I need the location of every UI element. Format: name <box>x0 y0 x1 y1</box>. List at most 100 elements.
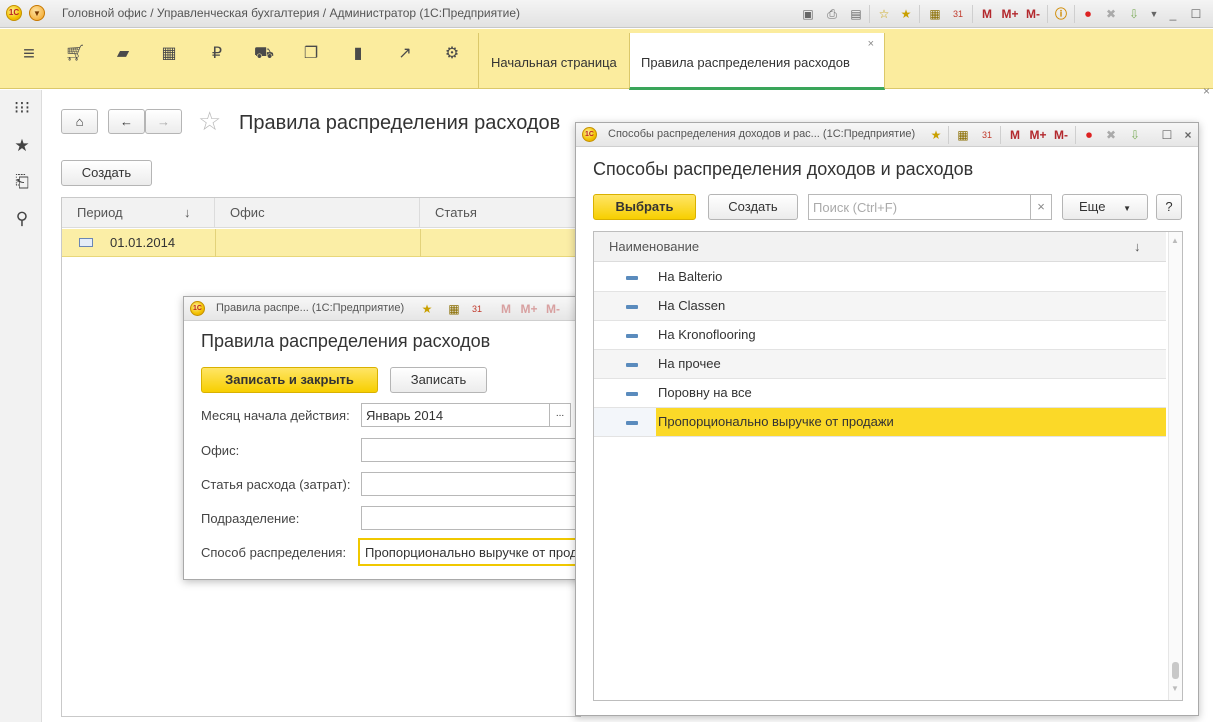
tab-home-page[interactable]: Начальная страница <box>478 33 628 89</box>
list-item[interactable]: Поровну на все <box>594 379 1166 408</box>
calculator-icon[interactable]: ▦ <box>955 127 971 143</box>
scroll-down-icon[interactable]: ▼ <box>1171 684 1179 693</box>
close-tab-icon[interactable]: × <box>868 38 874 50</box>
memory-plus-icon[interactable]: M+ <box>1027 127 1049 143</box>
apps-grid-icon[interactable]: ⁝⁝⁝ <box>10 96 34 120</box>
close-window-icon[interactable]: × <box>1180 127 1196 143</box>
minimize-icon[interactable]: _ <box>1165 6 1181 22</box>
gear-icon[interactable]: ⚙ <box>438 43 466 65</box>
app-logo-icon: 1С <box>190 301 205 316</box>
close-page-icon[interactable]: × <box>1203 84 1210 98</box>
truck-icon[interactable]: ⛟ <box>250 43 278 65</box>
column-office[interactable]: Офис <box>215 198 420 228</box>
back-button[interactable]: ← <box>108 109 145 134</box>
item-label: Пропорционально выручке от продажи <box>658 414 894 429</box>
reports-icon[interactable]: ▮ <box>344 43 372 65</box>
cart-icon[interactable]: 🛒︎ <box>61 43 89 65</box>
bag-icon[interactable]: ▰ <box>109 43 137 65</box>
method-field[interactable]: Пропорционально выручке от продажи <box>358 538 583 566</box>
more-button[interactable]: Еще ▼ <box>1062 194 1148 220</box>
article-field[interactable] <box>361 472 583 496</box>
tab-expense-rules[interactable]: Правила распределения расходов × <box>629 33 885 90</box>
month-select-button[interactable]: ... <box>549 403 571 427</box>
methods-select-window: 1С Способы распределения доходов и рас..… <box>575 122 1199 716</box>
save-and-close-button[interactable]: Записать и закрыть <box>201 367 378 393</box>
stop-icon[interactable]: ✖ <box>1103 6 1119 22</box>
list-item[interactable]: На прочее <box>594 350 1166 379</box>
save-icon[interactable]: ▣ <box>800 6 816 22</box>
vertical-scrollbar[interactable]: ▲ ▼ <box>1168 232 1182 700</box>
memory-minus-icon[interactable]: M- <box>1050 127 1072 143</box>
list-item[interactable]: На Classen <box>594 292 1166 321</box>
column-name[interactable]: Наименование ↓ <box>594 232 1166 262</box>
stop-icon[interactable]: ✖ <box>1103 127 1119 143</box>
table-row[interactable]: 01.01.2014 <box>62 229 580 257</box>
item-icon <box>626 276 638 280</box>
scroll-up-icon[interactable]: ▲ <box>1171 236 1179 245</box>
search-icon[interactable]: ⚲ <box>10 207 34 231</box>
menu-icon[interactable]: ≡ <box>15 43 43 65</box>
list-item[interactable]: На Balterio <box>594 263 1166 292</box>
help-button[interactable]: ? <box>1156 194 1182 220</box>
calendar-icon[interactable]: 31 <box>469 301 485 317</box>
toolbar-separator <box>948 126 949 144</box>
main-menu-icon[interactable]: ▼ <box>29 5 45 21</box>
calendar-icon[interactable]: 31 <box>950 6 966 22</box>
select-button[interactable]: Выбрать <box>593 194 696 220</box>
create-button[interactable]: Создать <box>708 194 798 220</box>
toolbar-separator <box>1000 126 1001 144</box>
toolbar-separator <box>919 5 920 23</box>
window-title-bar: 1С ▼ Головной офис / Управленческая бухг… <box>0 0 1213 28</box>
month-field[interactable]: Январь 2014 <box>361 403 551 427</box>
column-article[interactable]: Статья <box>420 198 582 228</box>
search-input[interactable]: Поиск (Ctrl+F) <box>808 194 1051 220</box>
office-field[interactable] <box>361 438 583 462</box>
warehouse-icon[interactable]: ▦ <box>155 43 183 65</box>
favorite-star-icon[interactable]: ☆ <box>198 108 221 134</box>
list-item-selected[interactable]: Пропорционально выручке от продажи <box>594 408 1166 437</box>
list-item[interactable]: На Kronoflooring <box>594 321 1166 350</box>
favorites-add-icon[interactable]: ☆ <box>876 6 892 22</box>
calculator-icon[interactable]: ▦ <box>927 6 943 22</box>
save-button[interactable]: Записать <box>390 367 487 393</box>
column-article-label: Статья <box>435 205 477 220</box>
favorite-icon[interactable]: ★ <box>898 6 914 22</box>
calculator-icon[interactable]: ▦ <box>446 301 462 317</box>
memory-plus-icon[interactable]: M+ <box>999 6 1021 22</box>
chevron-down-icon[interactable]: ▼ <box>1146 6 1162 22</box>
download-icon[interactable]: ⇩ <box>1126 6 1142 22</box>
create-button[interactable]: Создать <box>61 160 152 186</box>
column-period[interactable]: Период ↓ <box>62 198 215 228</box>
rule-form-titlebar: 1С Правила распре... (1С:Предприятие) ★ … <box>184 297 582 321</box>
money-icon[interactable]: ₽ <box>203 43 231 65</box>
info-icon[interactable]: ⓘ <box>1053 6 1069 22</box>
trend-icon[interactable]: ↗ <box>391 43 419 65</box>
preview-icon[interactable]: ▤ <box>848 6 864 22</box>
department-field[interactable] <box>361 506 583 530</box>
chevron-down-icon: ▼ <box>1123 204 1131 213</box>
memory-minus-icon[interactable]: M- <box>542 301 564 317</box>
print-icon[interactable]: ⎙ <box>824 6 840 22</box>
memory-icon[interactable]: M <box>1007 127 1023 143</box>
star-icon[interactable]: ★ <box>10 134 34 158</box>
maximize-icon[interactable]: ☐ <box>1159 127 1175 143</box>
home-button[interactable]: ⌂ <box>61 109 98 134</box>
memory-icon[interactable]: M <box>498 301 514 317</box>
memory-plus-icon[interactable]: M+ <box>518 301 540 317</box>
record-icon[interactable]: ⏺ <box>1080 6 1096 22</box>
calendar-icon[interactable]: 31 <box>979 127 995 143</box>
record-icon[interactable]: ⏺ <box>1081 127 1097 143</box>
favorite-icon[interactable]: ★ <box>928 127 944 143</box>
download-icon[interactable]: ⇩ <box>1127 127 1143 143</box>
tab-home-label: Начальная страница <box>491 55 617 70</box>
favorite-icon[interactable]: ★ <box>419 301 435 317</box>
memory-icon[interactable]: M <box>979 6 995 22</box>
memory-minus-icon[interactable]: M- <box>1022 6 1044 22</box>
clear-search-button[interactable]: × <box>1030 194 1052 220</box>
history-icon[interactable]: ⎗ <box>10 170 34 194</box>
scrollbar-thumb[interactable] <box>1172 662 1179 679</box>
maximize-icon[interactable]: ☐ <box>1188 6 1204 22</box>
form-title: Правила распределения расходов <box>201 331 491 351</box>
forward-button[interactable]: → <box>145 109 182 134</box>
documents-icon[interactable]: ❐ <box>297 43 325 65</box>
